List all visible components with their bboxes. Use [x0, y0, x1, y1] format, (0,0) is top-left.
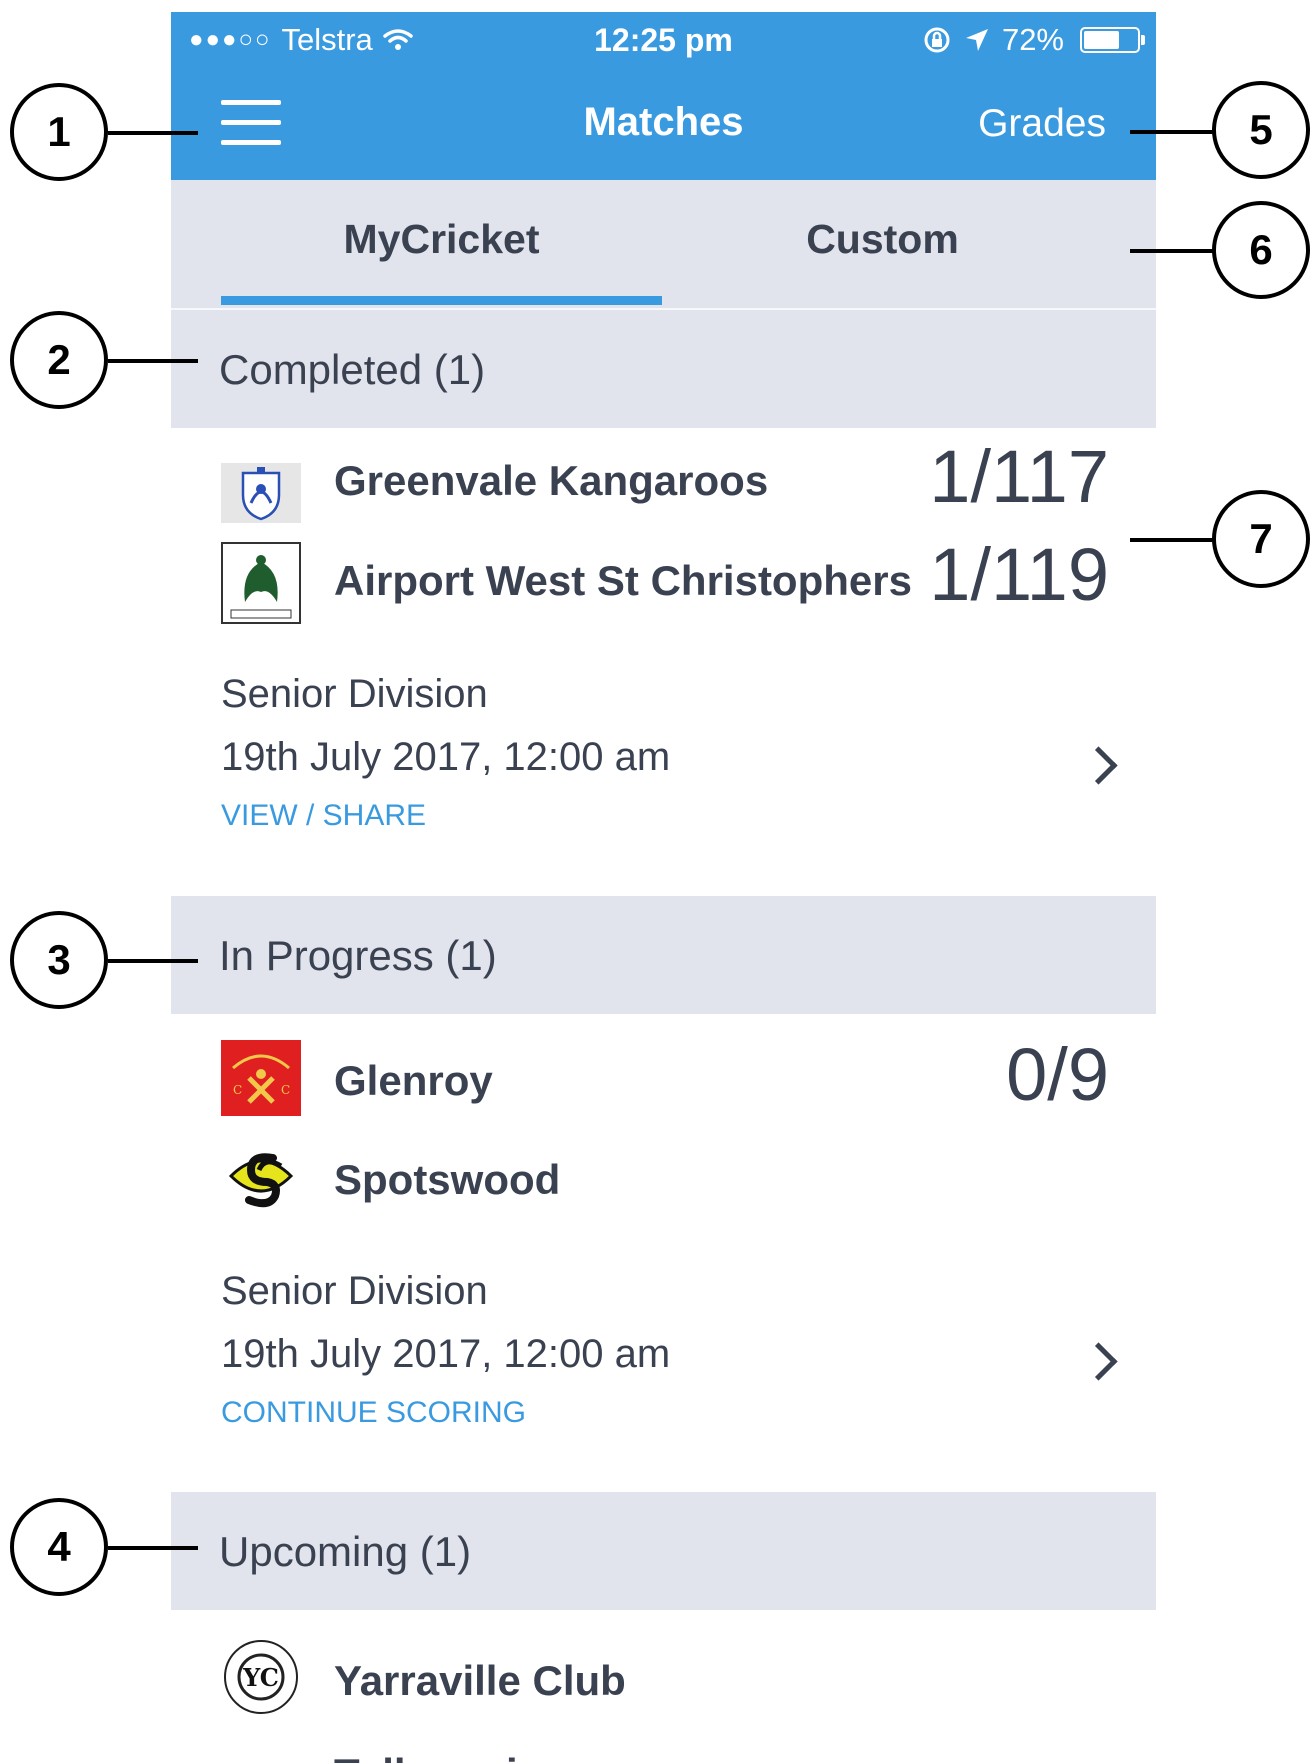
match-division: Senior Division [221, 1269, 488, 1313]
svg-text:C: C [233, 1083, 242, 1097]
greenvale-kangaroos-logo-icon [221, 463, 301, 523]
active-tab-indicator [221, 296, 662, 305]
section-header-in-progress: In Progress (1) [171, 896, 1156, 1014]
match-datetime: 19th July 2017, 12:00 am [221, 1332, 671, 1376]
callout-marker: 3 [10, 911, 108, 1009]
tab-bar: MyCricket Custom [171, 180, 1156, 310]
match-division: Senior Division [221, 672, 488, 716]
section-header-upcoming: Upcoming (1) [171, 1492, 1156, 1610]
callout-marker: 4 [10, 1498, 108, 1596]
section-title: Upcoming (1) [219, 1528, 472, 1575]
spotswood-logo-icon [228, 1153, 294, 1208]
team-score: 1/119 [929, 533, 1109, 616]
callout-line [108, 131, 198, 135]
team-name: Spotswood [334, 1156, 561, 1203]
grades-button[interactable]: Grades [978, 102, 1106, 146]
callout-line [1130, 538, 1214, 542]
continue-scoring-link[interactable]: CONTINUE SCORING [221, 1396, 526, 1430]
tab-custom[interactable]: Custom [662, 180, 1103, 308]
glenroy-logo-icon: C C [221, 1040, 301, 1116]
team-score: 1/117 [929, 435, 1109, 518]
battery-icon [1080, 27, 1145, 53]
nav-bar: ●●●○○ Telstra 12:25 pm 72% Matches Grade… [171, 12, 1156, 180]
team-name: Airport West St Christophers [334, 557, 912, 604]
view-share-link[interactable]: VIEW / SHARE [221, 799, 426, 833]
callout-line [108, 1546, 198, 1550]
airport-west-logo-icon [221, 542, 301, 624]
callout-marker: 1 [10, 83, 108, 181]
callout-marker: 2 [10, 311, 108, 409]
callout-line [108, 359, 198, 363]
section-header-completed: Completed (1) [171, 310, 1156, 428]
location-arrow-icon [965, 29, 988, 51]
battery-percent: 72% [1001, 22, 1064, 57]
team-name: Tullamarine [334, 1750, 567, 1763]
callout-marker: 6 [1212, 201, 1310, 299]
callout-marker: 7 [1212, 490, 1310, 588]
svg-text:YC: YC [242, 1663, 279, 1692]
yarraville-club-logo-icon: YC [224, 1640, 298, 1714]
section-title: Completed (1) [219, 346, 486, 393]
team-name: Yarraville Club [334, 1657, 626, 1704]
app-screen: ●●●○○ Telstra 12:25 pm 72% Matches Grade… [171, 12, 1156, 1763]
callout-line [1130, 249, 1214, 253]
team-score: 0/9 [1006, 1033, 1109, 1116]
chevron-right-icon[interactable] [1079, 746, 1118, 785]
tab-mycricket[interactable]: MyCricket [221, 180, 662, 308]
chevron-right-icon[interactable] [1079, 1342, 1118, 1381]
callout-line [108, 959, 198, 963]
section-title: In Progress (1) [219, 932, 497, 979]
status-right: 72% [922, 22, 1145, 58]
svg-text:C: C [281, 1083, 290, 1097]
callout-marker: 5 [1212, 81, 1310, 179]
battery-level [1084, 31, 1119, 49]
match-datetime: 19th July 2017, 12:00 am [221, 735, 671, 779]
tullamarine-logo-icon [221, 1734, 301, 1763]
callout-line [1130, 130, 1214, 134]
team-name: Greenvale Kangaroos [334, 457, 769, 504]
team-name: Glenroy [334, 1057, 493, 1104]
rotation-lock-icon [924, 27, 950, 53]
